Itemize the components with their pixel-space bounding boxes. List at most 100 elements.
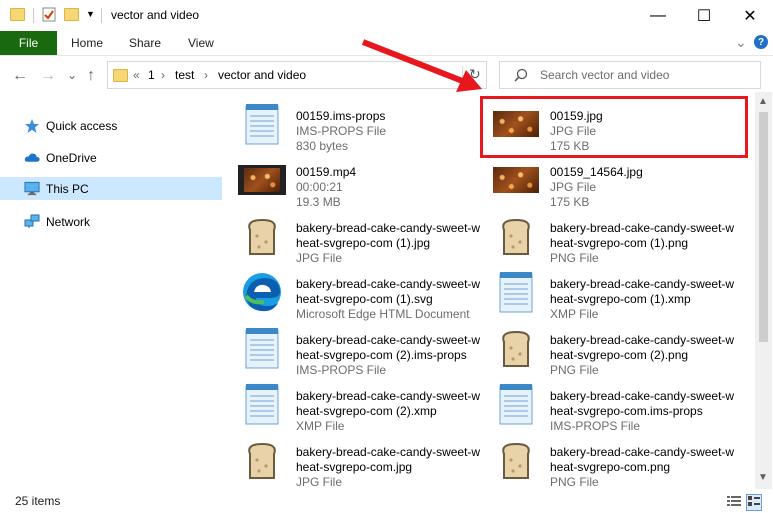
computer-icon [24, 181, 40, 196]
file-item[interactable]: 00159_14564.jpg JPG File 175 KB [486, 152, 740, 209]
close-button[interactable]: ✕ [727, 0, 773, 31]
file-type: JPG File [296, 475, 343, 489]
cloud-icon [24, 151, 40, 165]
file-item[interactable]: bakery-bread-cake-candy-sweet-wheat-svgr… [232, 208, 486, 265]
recent-locations-button[interactable]: ⌄ [67, 68, 77, 82]
bread-icon [492, 328, 540, 368]
nav-label: Quick access [46, 118, 118, 133]
bread-icon [238, 216, 286, 256]
file-item[interactable]: bakery-bread-cake-candy-sweet-wheat-svgr… [232, 264, 486, 321]
title-bar: ▼ vector and video — ☐ ✕ [0, 0, 773, 31]
file-name: bakery-bread-cake-candy-sweet-wheat-svgr… [550, 221, 735, 250]
file-name: bakery-bread-cake-candy-sweet-wheat-svgr… [296, 333, 481, 362]
nav-item-quick-access[interactable]: Quick access [0, 114, 222, 137]
file-type: PNG File [550, 475, 599, 489]
folder-icon [113, 69, 128, 82]
file-item[interactable]: bakery-bread-cake-candy-sweet-wheat-svgr… [486, 208, 740, 265]
properties-icon[interactable] [42, 7, 56, 25]
forward-button[interactable]: → [40, 67, 56, 85]
ribbon: File Home Share View ⌄ ? [0, 31, 773, 56]
search-icon [514, 68, 528, 85]
notepad-icon [238, 328, 286, 369]
back-button[interactable]: ← [12, 67, 28, 85]
video-thumbnail-icon [238, 160, 286, 200]
item-count: 25 items [15, 494, 61, 508]
divider [33, 8, 34, 23]
file-name: bakery-bread-cake-candy-sweet-wheat-svgr… [296, 445, 481, 474]
video-duration: 00:00:21 [296, 180, 343, 194]
tab-home[interactable]: Home [71, 36, 103, 50]
details-view-icon[interactable] [727, 495, 741, 510]
bread-icon [492, 216, 540, 256]
tiles-view-icon[interactable] [746, 494, 762, 511]
file-item[interactable]: bakery-bread-cake-candy-sweet-wheat-svgr… [486, 376, 740, 433]
address-bar[interactable]: « 1 › test › vector and video ↻ [107, 61, 487, 89]
file-item[interactable]: bakery-bread-cake-candy-sweet-wheat-svgr… [486, 264, 740, 321]
search-placeholder: Search vector and video [540, 68, 670, 82]
breadcrumb-overflow[interactable]: « [133, 68, 140, 82]
file-name: bakery-bread-cake-candy-sweet-wheat-svgr… [550, 445, 735, 474]
file-name: 00159_14564.jpg [550, 165, 643, 179]
minimize-button[interactable]: — [635, 0, 681, 31]
file-item[interactable]: bakery-bread-cake-candy-sweet-wheat-svgr… [486, 320, 740, 377]
refresh-button[interactable]: ↻ [462, 66, 487, 84]
file-name: bakery-bread-cake-candy-sweet-wheat-svgr… [296, 389, 481, 418]
up-button[interactable]: ↑ [87, 67, 95, 85]
file-type: JPG File [550, 180, 597, 194]
tab-view[interactable]: View [188, 36, 214, 50]
maximize-button[interactable]: ☐ [681, 0, 727, 31]
nav-item-this-pc[interactable]: This PC [0, 177, 222, 200]
nav-label: This PC [46, 181, 89, 196]
notepad-icon [492, 272, 540, 313]
file-name: bakery-bread-cake-candy-sweet-wheat-svgr… [296, 277, 481, 306]
file-type: IMS-PROPS File [296, 124, 387, 138]
notepad-icon [238, 384, 286, 425]
star-icon [24, 118, 40, 133]
search-box[interactable]: Search vector and video [499, 61, 761, 89]
file-item[interactable]: bakery-bread-cake-candy-sweet-wheat-svgr… [232, 320, 486, 377]
address-row: ← → ⌄ ↑ « 1 › test › vector and video ↻ … [0, 58, 773, 92]
tab-file[interactable]: File [0, 31, 57, 55]
breadcrumb-separator[interactable]: › [161, 68, 165, 82]
breadcrumb-separator[interactable]: › [204, 68, 208, 82]
file-item[interactable]: bakery-bread-cake-candy-sweet-wheat-svgr… [486, 432, 740, 489]
file-item[interactable]: bakery-bread-cake-candy-sweet-wheat-svgr… [232, 432, 486, 489]
file-item[interactable]: 00159.ims-props IMS-PROPS File 830 bytes [232, 96, 486, 153]
help-icon[interactable]: ? [754, 35, 768, 49]
nav-item-network[interactable]: Network [0, 210, 222, 233]
network-icon [24, 214, 40, 229]
status-bar: 25 items [0, 489, 773, 513]
breadcrumb-1[interactable]: 1 [148, 68, 155, 82]
image-thumbnail-icon [492, 160, 540, 200]
navigation-pane: Quick access OneDrive This PC Network [0, 92, 224, 489]
nav-label: Network [46, 214, 91, 229]
divider [101, 8, 102, 23]
bread-icon [492, 440, 540, 480]
file-name: bakery-bread-cake-candy-sweet-wheat-svgr… [550, 333, 735, 362]
bread-icon [238, 440, 286, 480]
folder-icon [10, 8, 25, 21]
expand-ribbon-icon[interactable]: ⌄ [735, 34, 747, 51]
tab-share[interactable]: Share [129, 36, 161, 50]
window-title: vector and video [111, 8, 200, 22]
file-name: 00159.ims-props [296, 109, 386, 123]
file-item[interactable]: bakery-bread-cake-candy-sweet-wheat-svgr… [232, 376, 486, 433]
edge-icon [238, 272, 286, 312]
nav-item-onedrive[interactable]: OneDrive [0, 146, 222, 169]
scroll-down-icon[interactable]: ▼ [758, 472, 768, 483]
file-name: bakery-bread-cake-candy-sweet-wheat-svgr… [550, 389, 735, 418]
file-name: bakery-bread-cake-candy-sweet-wheat-svgr… [550, 277, 735, 306]
nav-label: OneDrive [46, 150, 97, 165]
scroll-thumb[interactable] [759, 112, 768, 342]
file-item[interactable]: 00159.mp4 00:00:21 19.3 MB [232, 152, 486, 209]
notepad-icon [492, 384, 540, 425]
breadcrumb-test[interactable]: test [175, 68, 194, 82]
highlight-box [480, 96, 748, 158]
new-folder-icon[interactable] [64, 8, 79, 21]
file-name: 00159.mp4 [296, 165, 357, 179]
notepad-icon [238, 104, 286, 145]
customize-toolbar-icon[interactable]: ▼ [86, 9, 95, 19]
scroll-up-icon[interactable]: ▲ [758, 96, 768, 107]
breadcrumb-current[interactable]: vector and video [218, 68, 306, 82]
vertical-scrollbar[interactable]: ▲ ▼ [755, 92, 772, 489]
